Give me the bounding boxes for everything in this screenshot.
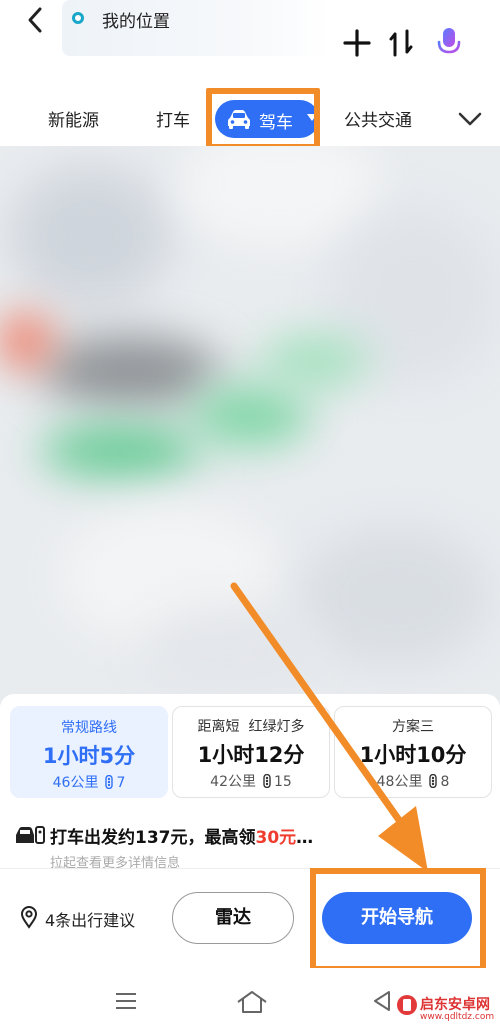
tab-public-transit[interactable]: 公共交通	[344, 106, 412, 131]
swap-icon[interactable]	[388, 28, 414, 58]
radar-button[interactable]: 雷达	[172, 892, 294, 944]
watermark-url: www.qdltdz.com	[420, 1012, 495, 1022]
start-location-text[interactable]: 我的位置	[102, 7, 170, 32]
route-duration: 1小时5分	[42, 744, 136, 768]
mic-icon[interactable]	[436, 26, 462, 60]
annotation-arrow	[230, 582, 428, 872]
route-traffic-lights: 7	[116, 775, 126, 791]
route-traffic-lights: 8	[440, 774, 450, 790]
pin-icon	[20, 906, 38, 929]
back-icon[interactable]	[22, 6, 50, 34]
watermark-logo-icon	[397, 995, 417, 1015]
travel-suggestions-link[interactable]: 4条出行建议	[45, 907, 135, 931]
plus-icon[interactable]	[342, 28, 372, 58]
home-icon[interactable]	[236, 990, 268, 1014]
traffic-light-icon	[105, 775, 114, 789]
route-card-default[interactable]: 常规路线 1小时5分 46公里 7	[10, 706, 168, 798]
route-distance: 46公里	[52, 775, 99, 791]
tab-new-energy[interactable]: 新能源	[48, 106, 99, 131]
location-dot-icon	[72, 12, 84, 24]
route-name: 常规路线	[61, 720, 117, 736]
highlight-box-driving	[206, 88, 320, 150]
menu-icon[interactable]	[114, 992, 138, 1010]
route-meta: 46公里 7	[12, 772, 166, 792]
taxi-icon	[16, 826, 45, 844]
back-triangle-icon[interactable]	[372, 990, 392, 1012]
chevron-down-icon[interactable]	[457, 110, 483, 128]
watermark-name: 启东安卓网	[420, 997, 490, 1013]
tab-taxi[interactable]: 打车	[156, 106, 190, 131]
highlight-box-start-navigation	[310, 868, 486, 972]
